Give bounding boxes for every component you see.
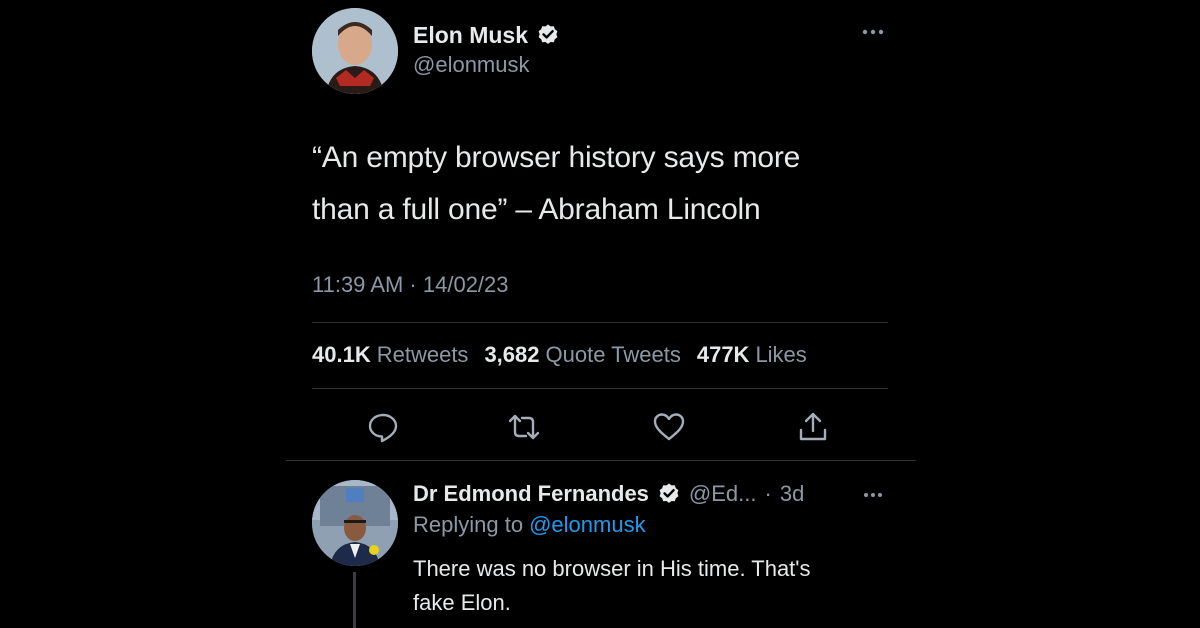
more-icon[interactable] <box>860 486 886 504</box>
like-icon[interactable] <box>652 410 686 444</box>
share-icon[interactable] <box>796 410 830 444</box>
retweets-count: 40.1K <box>312 342 371 367</box>
reply-author-name[interactable]: Dr Edmond Fernandes <box>413 481 649 507</box>
tweet-text-line: than a full one” – Abraham Lincoln <box>312 193 761 226</box>
retweets-stat[interactable]: 40.1K Retweets <box>312 342 468 368</box>
quotes-label: Quote Tweets <box>545 342 681 367</box>
author-row: Elon Musk <box>413 20 560 50</box>
avatar-image <box>312 480 398 566</box>
avatar-image <box>312 8 398 94</box>
verified-icon <box>659 483 679 503</box>
tweet-text-line: “An empty browser history says more <box>312 141 801 174</box>
replying-to-label: Replying to <box>413 512 524 537</box>
verified-icon <box>538 24 558 44</box>
divider <box>312 388 888 389</box>
tweet-detail-view: Elon Musk @elonmusk “An empty browser hi… <box>0 0 1200 628</box>
reply-author-avatar[interactable] <box>312 480 398 566</box>
replying-to: Replying to @elonmusk <box>413 512 646 538</box>
likes-count: 477K <box>696 342 750 367</box>
reply-text-line: fake Elon. <box>413 590 511 615</box>
tweet-text: “An empty browser history says more than… <box>312 132 902 236</box>
divider <box>312 322 888 323</box>
separator-dot: · <box>764 481 772 506</box>
quotes-count: 3,682 <box>484 342 540 367</box>
elon-avatar[interactable] <box>312 8 398 94</box>
divider <box>286 460 916 461</box>
reply-icon[interactable] <box>366 410 400 444</box>
quote-tweets-stat[interactable]: 3,682 Quote Tweets <box>484 342 680 368</box>
reply-text-line: There was no browser in His time. That's <box>413 556 811 581</box>
retweet-icon[interactable] <box>507 410 541 444</box>
reply-author-row: Dr Edmond Fernandes @Ed... · 3d <box>413 478 804 510</box>
engagement-stats: 40.1K Retweets 3,682 Quote Tweets 477K Like… <box>312 342 807 368</box>
reply-author-handle[interactable]: @Ed... <box>689 481 757 507</box>
author-name[interactable]: Elon Musk <box>413 22 528 49</box>
more-icon[interactable] <box>858 22 888 42</box>
replying-to-mention[interactable]: @elonmusk <box>529 512 646 537</box>
tweet-timestamp[interactable]: 11:39 AM · 14/02/23 <box>312 272 509 298</box>
likes-label: Likes <box>755 342 807 367</box>
reply-text: There was no browser in His time. That's… <box>413 552 893 620</box>
reply-age[interactable]: 3d <box>780 481 804 507</box>
thread-line <box>353 572 356 628</box>
retweets-label: Retweets <box>376 342 469 367</box>
author-handle[interactable]: @elonmusk <box>413 52 530 78</box>
likes-stat[interactable]: 477K Likes <box>697 342 807 368</box>
